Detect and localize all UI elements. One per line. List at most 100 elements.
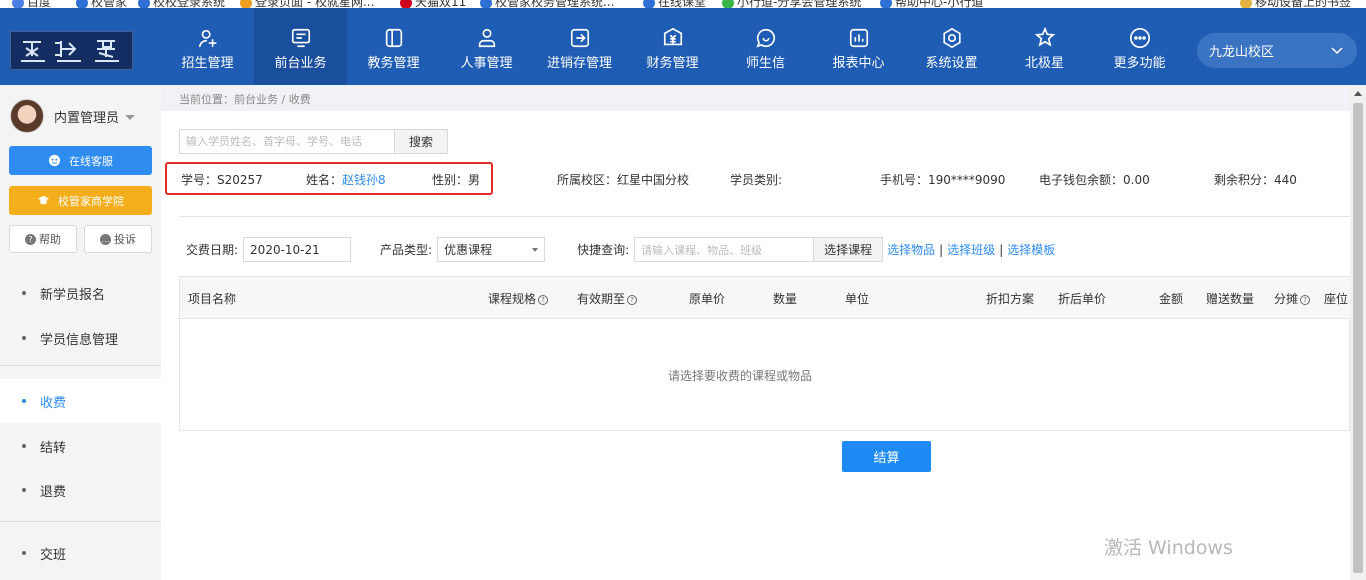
nav-item-admissions[interactable]: 招生管理 [161, 8, 254, 85]
nav-item-finance[interactable]: 财务管理 [626, 8, 719, 85]
avatar [10, 99, 44, 133]
bookmark[interactable]: 登录页面 - 校就星网... [240, 0, 374, 8]
user-plus-icon [198, 29, 217, 48]
student-name-link[interactable]: 赵钱孙8 [342, 173, 386, 187]
date-label: 交费日期: [186, 243, 239, 257]
column-header: 课程规格? [488, 290, 549, 307]
sidebar-mini-buttons: ? 帮助 … 投诉 [9, 225, 152, 253]
nav-item-front-desk[interactable]: 前台业务 [254, 8, 347, 85]
bullet-icon [22, 336, 26, 340]
select-class-link[interactable]: 选择班级 [947, 241, 995, 258]
sidebar-item-charge[interactable]: 收费 [0, 379, 161, 423]
sidebar-item-refund[interactable]: 退费 [0, 468, 161, 512]
divider [179, 216, 1350, 217]
student-gender: 性别：男 [432, 173, 481, 187]
select-course-button[interactable]: 选择课程 [813, 237, 884, 262]
user-menu[interactable]: 内置管理员 [10, 99, 136, 133]
chat-icon [755, 28, 775, 48]
help-icon[interactable]: ? [1300, 295, 1311, 305]
search-button[interactable]: 搜索 [394, 129, 448, 154]
charge-panel: 搜索 学号：S20257 姓名：赵钱孙8 性别：男 所属校区：红星中国分校 学员… [161, 111, 1350, 580]
bookmark[interactable]: 移动设备上的书签 [1240, 0, 1351, 8]
bullet-icon [22, 488, 26, 492]
nav-item-inventory[interactable]: 进销存管理 [533, 8, 626, 85]
settings-icon [942, 27, 961, 49]
monitor-icon [291, 28, 310, 48]
bookmark[interactable]: 校管家 [76, 0, 127, 8]
table-header: 项目名称 课程规格? 有效期至? 原单价 数量 单位 折扣方案 折后单价 金额 … [180, 277, 1350, 319]
divider [0, 365, 161, 366]
column-header: 有效期至? [577, 290, 638, 307]
product-type-select[interactable]: 优惠课程 [437, 237, 546, 262]
sidebar-item-transfer[interactable]: 结转 [0, 424, 161, 468]
nav-item-academic[interactable]: 教务管理 [347, 8, 440, 85]
column-header: 项目名称 [188, 292, 237, 306]
bookmark[interactable]: 帮助中心-小行道 [880, 0, 983, 8]
column-header: 赠送数量 [1206, 292, 1255, 306]
bookmarks-bar: 百度 校管家 校校登录系统 登录页面 - 校就星网... 天猫双11 校管家校务… [0, 0, 1366, 8]
column-header: 座位 [1324, 292, 1349, 306]
user-name: 内置管理员 [54, 110, 120, 126]
caret-down-icon [125, 114, 136, 120]
sidebar-item-shift-handover[interactable]: 交班 [0, 531, 161, 575]
help-icon[interactable]: ? [627, 295, 638, 305]
column-header: 单位 [845, 292, 870, 306]
separator: | [939, 242, 944, 257]
logo[interactable] [10, 31, 133, 70]
star-icon [1034, 27, 1055, 47]
divider [0, 521, 161, 522]
complain-button[interactable]: … 投诉 [84, 225, 152, 253]
search-input[interactable] [179, 129, 394, 154]
logo-mark-icon [20, 39, 119, 62]
quick-search-label: 快捷查询: [577, 243, 630, 257]
message-icon: … [100, 233, 111, 245]
select-template-link[interactable]: 选择模板 [1007, 241, 1055, 258]
sidebar-item-student-info[interactable]: 学员信息管理 [0, 316, 161, 360]
bullet-icon [22, 444, 26, 448]
filter-bar: 交费日期: 2020-10-21 产品类型: 优惠课程 快捷查询: 请输入课程、… [186, 237, 1055, 262]
question-icon: ? [25, 233, 36, 245]
nav-item-messages[interactable]: 师生信 [719, 8, 812, 85]
nav-item-more[interactable]: 更多功能 [1093, 8, 1186, 85]
help-button[interactable]: ? 帮助 [9, 225, 77, 253]
online-service-button[interactable]: 在线客服 [9, 146, 152, 175]
bookmark[interactable]: 在线课堂 [643, 0, 706, 8]
column-header: 数量 [773, 292, 798, 306]
wallet-balance: 电子钱包余额：0.00 [1039, 173, 1150, 187]
student-campus: 所属校区：红星中国分校 [557, 173, 690, 187]
separator: | [999, 242, 1004, 257]
student-phone: 手机号：190****9090 [880, 173, 1006, 187]
bookmark[interactable]: 校管家校务管理系统... [480, 0, 614, 8]
nav-item-reports[interactable]: 报表中心 [812, 8, 905, 85]
student-id: 学号：S20257 [181, 173, 263, 187]
campus-selector[interactable]: 九龙山校区 [1197, 33, 1357, 68]
book-icon [385, 28, 402, 48]
nav-item-settings[interactable]: 系统设置 [905, 8, 998, 85]
main-content: 当前位置：前台业务 / 收费 搜索 学号：S20257 姓名：赵钱孙8 性别：男… [161, 85, 1350, 580]
select-goods-link[interactable]: 选择物品 [887, 241, 935, 258]
settle-button[interactable]: 结算 [842, 441, 931, 472]
student-type: 学员类别: [730, 173, 783, 187]
student-search: 搜索 [179, 129, 448, 154]
bookmark[interactable]: 百度 [12, 0, 51, 8]
payment-date-input[interactable]: 2020-10-21 [243, 237, 352, 262]
bookmark[interactable]: 小行道-分享会管理系统 [722, 0, 861, 8]
nav-item-polaris[interactable]: 北极星 [998, 8, 1091, 85]
scrollbar[interactable] [1350, 85, 1366, 580]
empty-message: 请选择要收费的课程或物品 [667, 369, 812, 383]
column-header: 折后单价 [1058, 292, 1107, 306]
person-icon [478, 28, 495, 48]
scroll-thumb[interactable] [1353, 103, 1363, 573]
inventory-icon [570, 28, 589, 48]
nav-item-hr[interactable]: 人事管理 [440, 8, 533, 85]
bookmark[interactable]: 天猫双11 [400, 0, 466, 8]
bullet-icon [22, 551, 26, 555]
breadcrumb: 当前位置：前台业务 / 收费 [179, 93, 311, 106]
remaining-points: 剩余积分：440 [1214, 173, 1297, 187]
scroll-up-arrow-icon[interactable] [1354, 91, 1362, 96]
quick-search-input[interactable]: 请输入课程、物品、班级 [634, 237, 814, 262]
help-icon[interactable]: ? [538, 295, 549, 305]
sidebar-item-new-enrollment[interactable]: 新学员报名 [0, 271, 161, 315]
bookmark[interactable]: 校校登录系统 [138, 0, 225, 8]
academy-button[interactable]: 校管家商学院 [9, 186, 152, 215]
